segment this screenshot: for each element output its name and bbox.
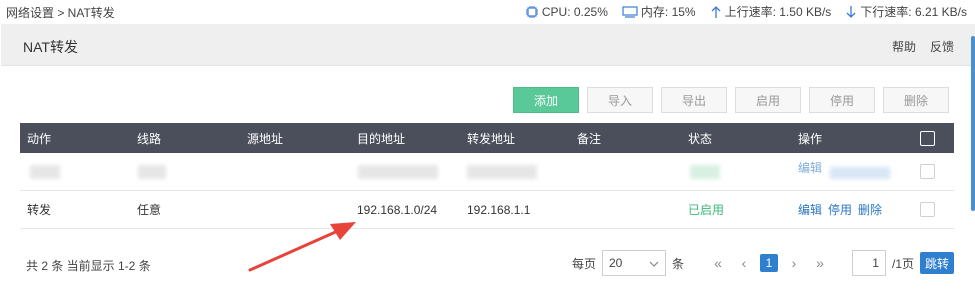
edit-link[interactable]: 编辑	[798, 159, 828, 176]
per-page-select[interactable]: 20	[601, 250, 666, 276]
last-page-icon[interactable]: »	[810, 255, 830, 271]
memory-label: 内存: 15%	[640, 5, 696, 19]
nat-table: 动作 线路 源地址 目的地址 转发地址 备注 状态 操作 编辑 转发 任意 19…	[20, 123, 954, 229]
chevron-down-icon	[649, 256, 659, 270]
enable-button[interactable]: 启用	[735, 87, 801, 113]
cell-destination: 192.168.1.0/24	[357, 202, 438, 217]
cpu-stat: CPU: 0.25%	[525, 5, 608, 19]
system-stats: CPU: 0.25% 内存: 15% 上行速率: 1.50 KB/s 下行速率:…	[525, 3, 967, 20]
help-link[interactable]: 帮助	[892, 38, 916, 55]
header-links: 帮助 反馈	[892, 38, 954, 55]
first-page-icon[interactable]: «	[708, 255, 728, 271]
download-stat: 下行速率: 6.21 KB/s	[845, 3, 967, 20]
arrow-down-icon	[845, 5, 857, 19]
pager-controls: 每页 20 条 « ‹ 1 › » 1 /1页 跳转	[572, 250, 954, 276]
per-page-unit: 条	[671, 256, 684, 271]
top-status-bar: 网络设置 > NAT转发 CPU: 0.25% 内存: 15% 上行速率: 1.…	[0, 0, 975, 24]
column-status[interactable]: 状态	[688, 123, 712, 153]
table-header: 动作 线路 源地址 目的地址 转发地址 备注 状态 操作	[20, 123, 954, 153]
upload-label: 上行速率: 1.50 KB/s	[724, 5, 832, 19]
cell-forward: 192.168.1.1	[467, 202, 531, 217]
select-all-checkbox[interactable]	[920, 123, 935, 153]
scrollbar[interactable]	[971, 36, 975, 211]
column-destination[interactable]: 目的地址	[357, 123, 405, 153]
record-summary: 共 2 条 当前显示 1-2 条	[26, 259, 151, 273]
column-action[interactable]: 动作	[27, 123, 51, 153]
status-badge: 已启用	[688, 203, 725, 217]
page-jump-input[interactable]: 1	[851, 250, 886, 276]
column-note[interactable]: 备注	[577, 123, 601, 153]
delete-link[interactable]: 删除	[858, 201, 882, 218]
arrow-up-icon	[710, 5, 722, 19]
disable-button[interactable]: 停用	[809, 87, 875, 113]
redacted-cell	[467, 165, 537, 179]
per-page-value: 20	[608, 256, 623, 270]
per-page-label: 每页	[571, 256, 596, 271]
cell-action: 转发	[27, 203, 52, 217]
total-pages-label: /1页	[891, 256, 914, 271]
edit-link[interactable]: 编辑	[798, 201, 822, 218]
page-number-current[interactable]: 1	[759, 254, 778, 272]
redacted-cell	[358, 165, 438, 179]
add-button[interactable]: 添加	[513, 87, 579, 113]
redacted-cell	[30, 165, 60, 179]
redacted-ops	[830, 167, 890, 179]
table-row[interactable]: 转发 任意 192.168.1.0/24 192.168.1.1 已启用 编辑 …	[20, 191, 954, 229]
table-row[interactable]: 编辑	[20, 153, 954, 191]
export-button[interactable]: 导出	[661, 87, 727, 113]
pagination: 共 2 条 当前显示 1-2 条 每页 20 条 « ‹ 1 › » 1 /1页…	[20, 248, 954, 278]
upload-stat: 上行速率: 1.50 KB/s	[710, 3, 832, 20]
feedback-link[interactable]: 反馈	[930, 38, 954, 55]
memory-stat: 内存: 15%	[622, 3, 696, 20]
prev-page-icon[interactable]: ‹	[734, 255, 754, 271]
memory-icon	[622, 5, 638, 18]
annotation-arrow-icon	[248, 222, 356, 272]
cpu-icon	[525, 5, 539, 19]
cpu-label: CPU: 0.25%	[541, 4, 608, 19]
redacted-status	[690, 165, 720, 179]
column-forward[interactable]: 转发地址	[467, 123, 515, 153]
delete-button[interactable]: 删除	[883, 87, 949, 113]
column-operations: 操作	[798, 131, 823, 146]
download-label: 下行速率: 6.21 KB/s	[860, 5, 967, 19]
next-page-icon[interactable]: ›	[784, 255, 804, 271]
panel-header: NAT转发 帮助 反馈	[1, 24, 975, 66]
row-operations: 编辑 停用 删除	[798, 191, 888, 228]
row-checkbox[interactable]	[920, 153, 935, 190]
import-button[interactable]: 导入	[587, 87, 653, 113]
column-line[interactable]: 线路	[137, 123, 161, 153]
action-toolbar: 添加 导入 导出 启用 停用 删除	[513, 87, 949, 113]
column-source[interactable]: 源地址	[247, 123, 283, 153]
jump-button[interactable]: 跳转	[920, 252, 954, 274]
row-checkbox[interactable]	[920, 191, 935, 228]
cell-line: 任意	[137, 203, 162, 217]
disable-link[interactable]: 停用	[828, 201, 852, 218]
redacted-cell	[138, 165, 166, 179]
breadcrumb: 网络设置 > NAT转发	[6, 6, 115, 20]
page-title: NAT转发	[23, 39, 78, 55]
